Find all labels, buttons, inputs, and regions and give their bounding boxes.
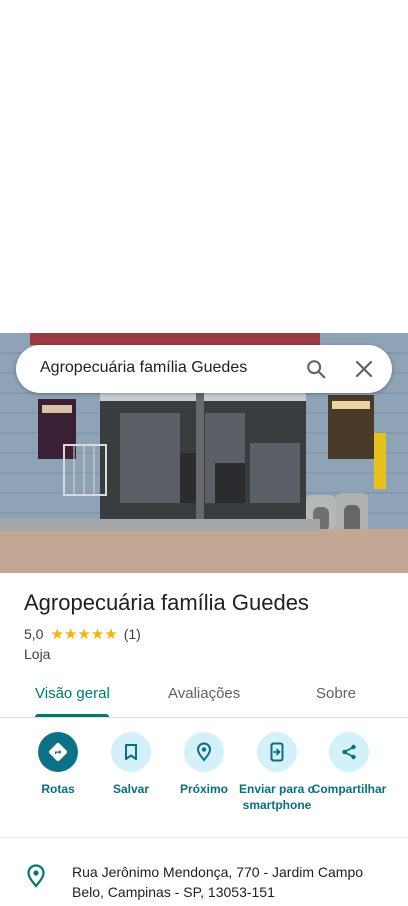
nearby-icon — [184, 732, 224, 772]
tab-about[interactable]: Sobre — [316, 685, 356, 702]
nearby-label: Próximo — [179, 782, 228, 796]
rating-value: 5,0 — [24, 626, 44, 642]
active-tab-indicator — [35, 714, 109, 717]
tab-overview[interactable]: Visão geral — [35, 685, 110, 702]
location-pin-icon — [26, 864, 46, 893]
tab-reviews[interactable]: Avaliações — [168, 685, 240, 702]
save-label: Salvar — [112, 782, 150, 796]
search-icon[interactable] — [300, 353, 332, 385]
send-to-phone-button[interactable]: Enviar para o smartphone — [237, 732, 317, 813]
search-input[interactable]: Agropecuária família Guedes — [40, 359, 247, 377]
share-label: Compartilhar — [311, 782, 387, 796]
address-text: Rua Jerônimo Mendonça, 770 - Jardim Camp… — [72, 864, 364, 900]
place-title: Agropecuária família Guedes — [24, 590, 309, 615]
close-icon[interactable] — [348, 353, 380, 385]
rating-row[interactable]: 5,0 ★★★★★ (1) — [24, 625, 141, 643]
nearby-button[interactable]: Próximo — [164, 732, 244, 797]
action-buttons: Rotas Salvar Próximo Enviar para o smart… — [0, 718, 408, 838]
map-blank-area — [0, 0, 408, 333]
directions-icon — [38, 732, 78, 772]
directions-button[interactable]: Rotas — [18, 732, 98, 797]
star-rating-icon: ★★★★★ — [50, 625, 118, 643]
save-button[interactable]: Salvar — [91, 732, 171, 797]
share-icon — [329, 732, 369, 772]
search-bar[interactable]: Agropecuária família Guedes — [16, 345, 392, 393]
share-button[interactable]: Compartilhar — [309, 732, 389, 797]
place-category: Loja — [24, 646, 51, 662]
address-row[interactable]: Rua Jerônimo Mendonça, 770 - Jardim Camp… — [0, 850, 408, 906]
send-to-phone-icon — [257, 732, 297, 772]
review-count[interactable]: (1) — [124, 626, 141, 642]
tab-bar: Visão geral Avaliações Sobre — [0, 672, 408, 718]
send-to-phone-label: Enviar para o smartphone — [238, 782, 316, 812]
directions-label: Rotas — [41, 782, 75, 796]
bookmark-icon — [111, 732, 151, 772]
